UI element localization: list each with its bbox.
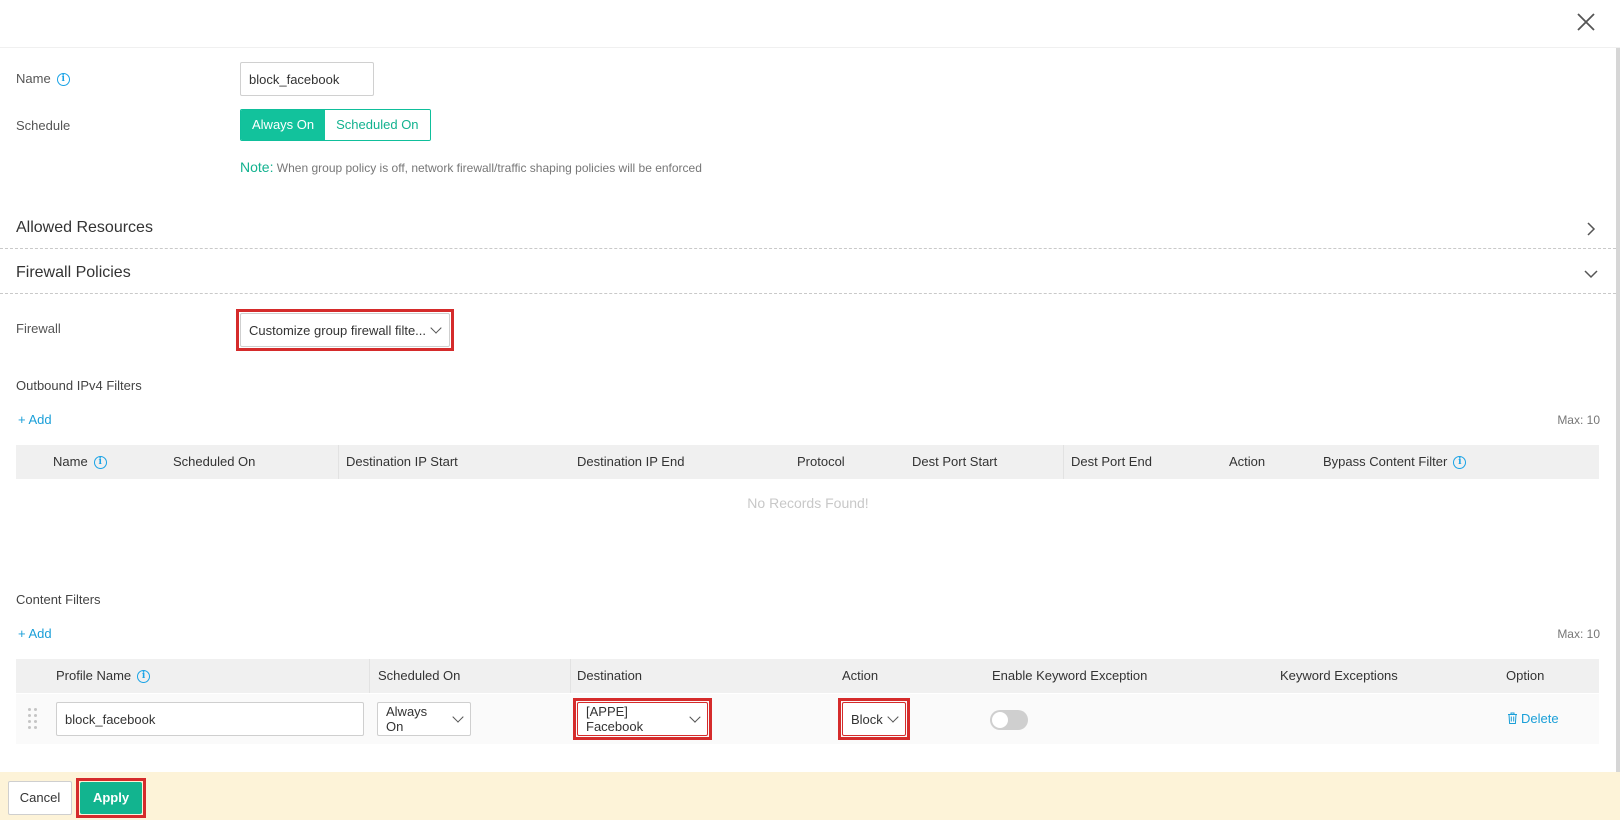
col-dest-port-end: Dest Port End xyxy=(1071,454,1152,469)
destination-select[interactable]: [APPE] Facebook xyxy=(577,702,708,736)
schedule-toggle[interactable]: Always On Scheduled On xyxy=(240,109,431,141)
col-name: Name i xyxy=(53,445,107,479)
firewall-select[interactable]: Customize group firewall filte... xyxy=(240,313,450,347)
col-dest-port-start: Dest Port Start xyxy=(912,454,998,469)
action-select[interactable]: Block xyxy=(842,702,906,736)
dialog-header xyxy=(0,0,1620,48)
note-label: Note: xyxy=(240,159,274,175)
scrollbar-thumb[interactable] xyxy=(1616,48,1620,772)
content-filters-title: Content Filters xyxy=(16,592,101,607)
col-profile-name: Profile Name i xyxy=(56,659,151,693)
content-add-link[interactable]: + Add xyxy=(18,626,52,641)
chevron-down-icon[interactable] xyxy=(1583,268,1599,280)
chevron-down-icon xyxy=(452,710,464,723)
outbound-filters-title: Outbound IPv4 Filters xyxy=(16,378,142,393)
outbound-table-header: Name i Scheduled On Destination IP Start … xyxy=(16,445,1599,479)
col-destination-ip-start: Destination IP Start xyxy=(346,454,458,469)
close-icon[interactable] xyxy=(1574,10,1598,34)
chevron-down-icon xyxy=(887,710,899,723)
col-scheduled-on: Scheduled On xyxy=(378,668,461,683)
info-icon[interactable]: i xyxy=(56,73,70,87)
always-on-option[interactable]: Always On xyxy=(241,110,326,140)
delete-button[interactable]: Delete xyxy=(1507,711,1559,726)
trash-icon xyxy=(1508,712,1517,724)
scheduled-on-select[interactable]: Always On xyxy=(377,702,471,736)
content-table-header: Profile Name i Scheduled On Destination A… xyxy=(16,659,1599,693)
section-allowed-resources[interactable]: Allowed Resources xyxy=(16,219,1614,237)
info-icon[interactable]: i xyxy=(93,456,107,470)
cancel-button[interactable]: Cancel xyxy=(8,781,72,815)
firewall-label: Firewall xyxy=(16,321,61,336)
name-input[interactable] xyxy=(240,62,374,96)
profile-name-input[interactable] xyxy=(56,702,364,736)
toggle-knob xyxy=(992,712,1008,728)
col-option: Option xyxy=(1506,668,1545,683)
section-firewall-policies[interactable]: Firewall Policies xyxy=(16,264,1614,282)
name-label: Name i xyxy=(16,71,70,87)
scheduled-on-option[interactable]: Scheduled On xyxy=(325,110,430,140)
note: Note: When group policy is off, network … xyxy=(240,159,702,175)
divider xyxy=(0,293,1616,294)
outbound-add-link[interactable]: + Add xyxy=(18,412,52,427)
apply-button[interactable]: Apply xyxy=(80,782,142,814)
column-divider xyxy=(570,659,571,693)
divider xyxy=(0,248,1616,249)
column-divider xyxy=(338,445,339,479)
note-text: When group policy is off, network firewa… xyxy=(273,161,702,175)
col-protocol: Protocol xyxy=(797,454,845,469)
info-icon[interactable]: i xyxy=(1453,456,1467,470)
col-scheduled-on: Scheduled On xyxy=(173,454,256,469)
chevron-right-icon[interactable] xyxy=(1585,221,1597,237)
chevron-down-icon xyxy=(430,321,442,334)
col-bypass-content-filter: Bypass Content Filter i xyxy=(1323,445,1467,479)
keyword-exception-toggle[interactable] xyxy=(990,710,1028,730)
empty-state: No Records Found! xyxy=(747,495,869,511)
col-action: Action xyxy=(842,668,879,683)
col-action: Action xyxy=(1229,454,1266,469)
column-divider xyxy=(1063,445,1064,479)
drag-handle-icon[interactable] xyxy=(28,708,38,730)
column-divider xyxy=(369,659,370,693)
outbound-max-label: Max: 10 xyxy=(1557,413,1600,427)
schedule-label: Schedule xyxy=(16,118,71,133)
col-destination-ip-end: Destination IP End xyxy=(577,454,685,469)
info-icon[interactable]: i xyxy=(137,670,151,684)
col-keyword-exceptions: Keyword Exceptions xyxy=(1280,668,1398,683)
chevron-down-icon xyxy=(689,710,701,723)
action-bar xyxy=(0,772,1620,820)
content-max-label: Max: 10 xyxy=(1557,627,1600,641)
col-enable-keyword-exception: Enable Keyword Exception xyxy=(992,668,1148,683)
col-destination: Destination xyxy=(577,668,643,683)
